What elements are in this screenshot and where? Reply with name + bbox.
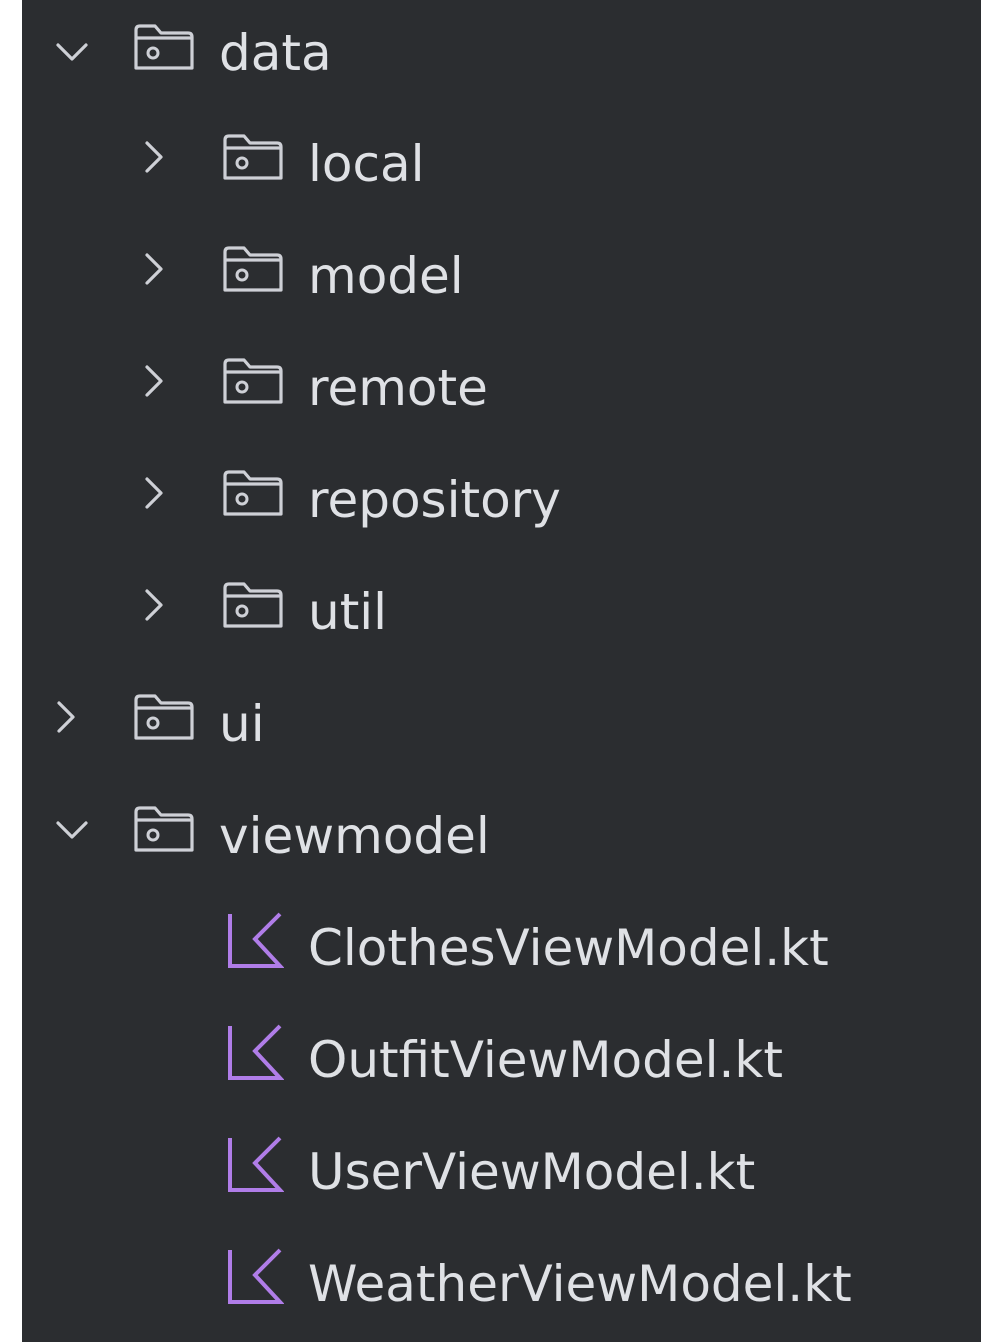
chevron-right-icon[interactable] <box>132 247 176 291</box>
package-folder-icon <box>223 358 283 404</box>
tree-item-label: OutfitViewModel.kt <box>308 1031 783 1089</box>
kotlin-file-icon <box>228 1024 284 1080</box>
chevron-down-icon[interactable] <box>50 30 94 74</box>
package-folder-icon <box>223 582 283 628</box>
chevron-right-icon[interactable] <box>132 135 176 179</box>
tree-item-label: repository <box>308 471 561 529</box>
kotlin-file-icon <box>228 1248 284 1304</box>
tree-item-label: WeatherViewModel.kt <box>308 1255 852 1313</box>
chevron-down-icon[interactable] <box>50 808 94 852</box>
kotlin-file-icon <box>228 1136 284 1192</box>
tree-item-label: ClothesViewModel.kt <box>308 919 829 977</box>
package-folder-icon <box>223 134 283 180</box>
chevron-right-icon[interactable] <box>132 583 176 627</box>
tree-row-local[interactable]: local <box>22 112 981 224</box>
tree-item-label: util <box>308 583 388 641</box>
tree-item-label: ui <box>219 695 265 753</box>
chevron-right-icon[interactable] <box>132 471 176 515</box>
package-folder-icon <box>134 806 194 852</box>
tree-item-label: data <box>219 24 332 82</box>
package-folder-icon <box>223 470 283 516</box>
tree-row-data[interactable]: data <box>22 0 981 112</box>
tree-row-user-viewmodel-kt[interactable]: UserViewModel.kt <box>22 1120 981 1232</box>
tree-row-ui[interactable]: ui <box>22 672 981 784</box>
tree-item-label: remote <box>308 359 488 417</box>
tree-item-label: local <box>308 135 425 193</box>
tree-item-label: UserViewModel.kt <box>308 1143 756 1201</box>
tree-row-outfit-viewmodel-kt[interactable]: OutfitViewModel.kt <box>22 1008 981 1120</box>
tree-row-weather-viewmodel-kt[interactable]: WeatherViewModel.kt <box>22 1232 981 1342</box>
chevron-right-icon[interactable] <box>44 695 88 739</box>
tree-row-clothes-viewmodel-kt[interactable]: ClothesViewModel.kt <box>22 896 981 1008</box>
tree-item-label: model <box>308 247 464 305</box>
package-folder-icon <box>134 694 194 740</box>
tree-row-viewmodel[interactable]: viewmodel <box>22 784 981 896</box>
package-folder-icon <box>134 24 194 70</box>
kotlin-file-icon <box>228 912 284 968</box>
package-folder-icon <box>223 246 283 292</box>
tree-row-util[interactable]: util <box>22 560 981 672</box>
tree-row-repository[interactable]: repository <box>22 448 981 560</box>
tree-item-label: viewmodel <box>219 807 490 865</box>
tree-row-model[interactable]: model <box>22 224 981 336</box>
project-tree-panel: data local model remote repository util … <box>22 0 981 1342</box>
tree-row-remote[interactable]: remote <box>22 336 981 448</box>
chevron-right-icon[interactable] <box>132 359 176 403</box>
